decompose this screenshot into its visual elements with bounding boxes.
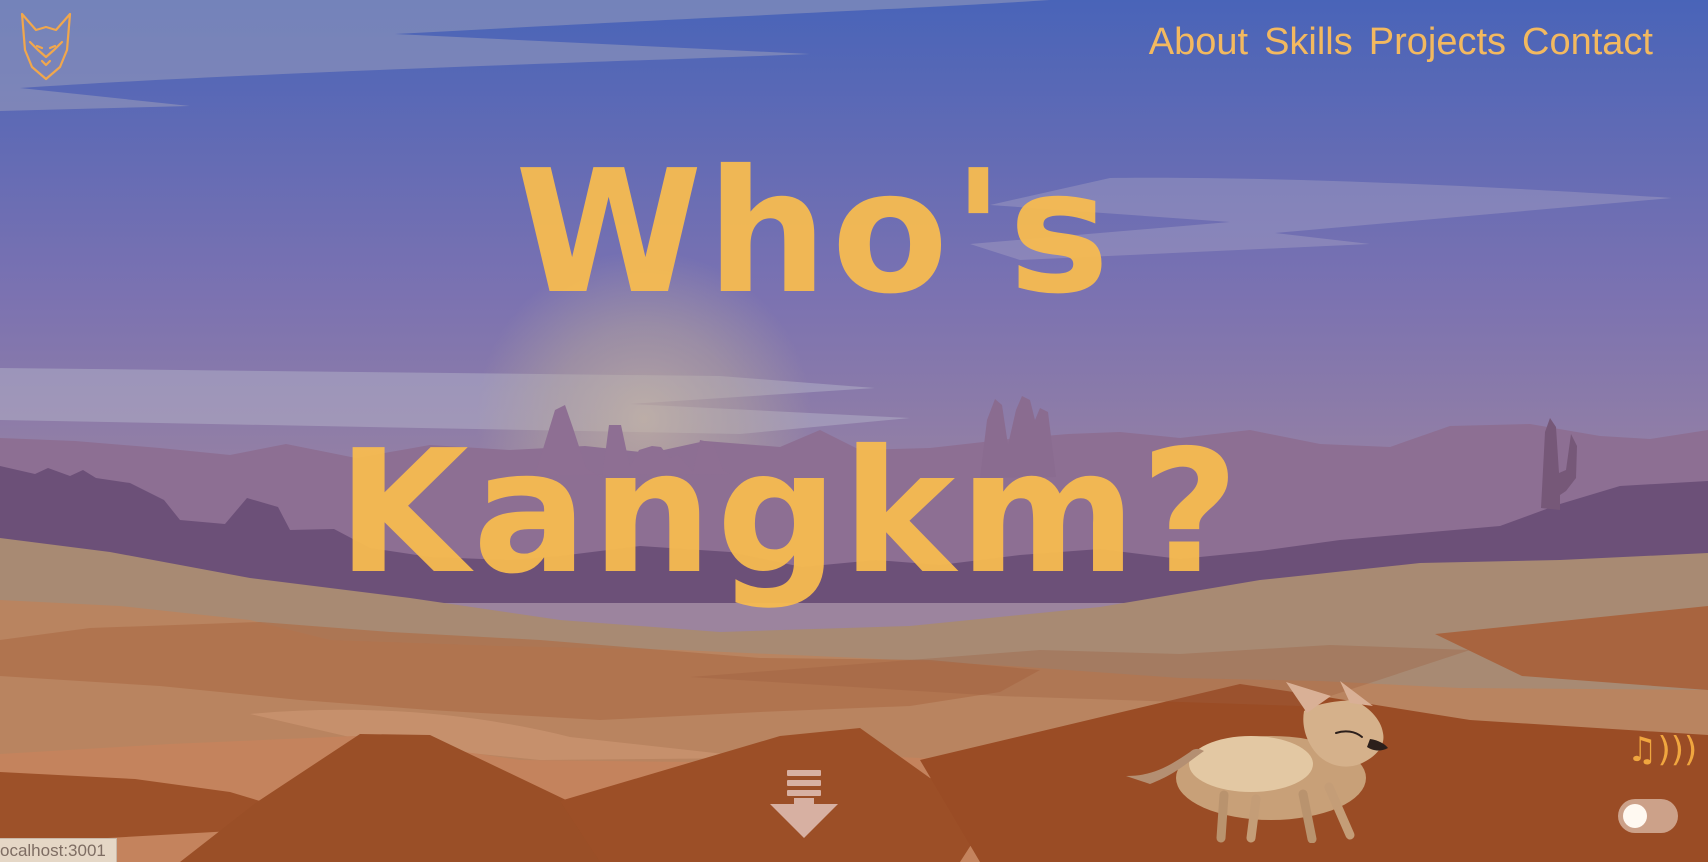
fox-head-icon: [20, 12, 72, 81]
toggle-knob: [1623, 804, 1647, 828]
nav-contact-link[interactable]: Contact: [1522, 20, 1653, 66]
fennec-fox-image: [1126, 681, 1388, 843]
desert-background: [0, 0, 1708, 862]
scroll-down-button[interactable]: [770, 770, 838, 840]
status-url: ocalhost:3001: [0, 838, 117, 862]
page: About Skills Projects Contact Who's Kang…: [0, 0, 1708, 862]
nav-about-link[interactable]: About: [1149, 20, 1248, 66]
logo-link[interactable]: [18, 12, 74, 82]
main-nav: About Skills Projects Contact: [1149, 20, 1653, 66]
music-button[interactable]: ♫))): [1627, 733, 1697, 775]
download-arrow-icon: [770, 770, 838, 838]
nav-skills-link[interactable]: Skills: [1264, 20, 1353, 66]
theme-toggle[interactable]: [1618, 799, 1678, 833]
music-note-icon: ♫))): [1627, 730, 1698, 770]
nav-projects-link[interactable]: Projects: [1369, 20, 1506, 66]
